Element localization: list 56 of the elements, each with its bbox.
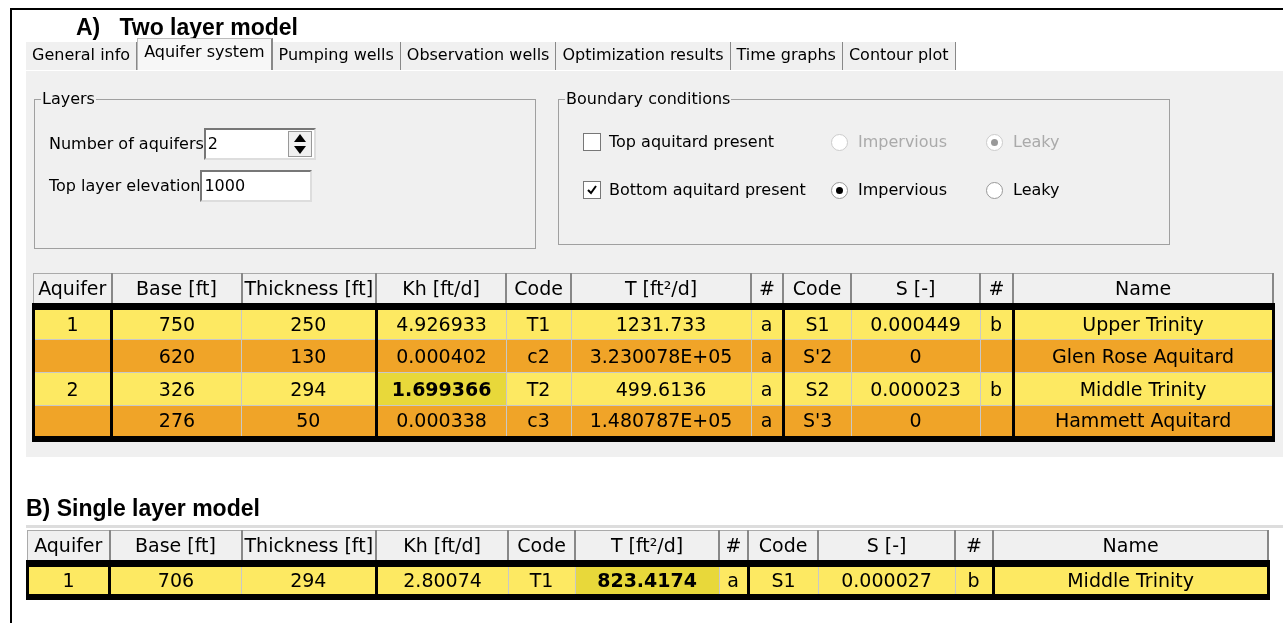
table-cell: 3.230078E+05 [571,339,752,373]
radio-dot-icon [991,138,998,146]
radio-label: Leaky [1013,131,1061,153]
group-title: Boundary conditions [565,89,732,109]
table-cell: c3 [506,405,572,439]
tab[interactable]: Pumping wells [272,42,401,70]
table-cell: 1.480787E+05 [571,405,752,439]
table-cell: S2 [783,372,852,406]
table-cell: 620 [111,339,242,373]
radio-label: Leaky [1013,179,1061,201]
tab[interactable]: Optimization results [556,42,731,70]
tab[interactable]: Observation wells [400,42,557,70]
radio-label: Impervious [858,131,949,153]
spinner-arrows-icon[interactable] [287,131,312,157]
section-heading: B) Single layer model [26,495,261,521]
table-cell: 1.699366 [376,372,507,406]
table-cell: 276 [111,405,242,439]
radio-button[interactable] [831,181,848,199]
radio-button[interactable] [986,181,1003,199]
table-cell: 50 [241,405,377,439]
table-cell: 0.000338 [376,405,507,439]
table-cell: S'2 [783,339,852,373]
table-cell: 0 [851,339,981,373]
field-label: Number of aquifers [49,133,204,155]
tab[interactable]: Time graphs [730,42,843,70]
radio-label: Impervious [858,179,949,201]
field-value: 2 [207,133,218,155]
tab[interactable]: General info [26,42,138,70]
table-cell: c2 [506,339,572,373]
checkbox[interactable] [583,181,601,199]
input-field[interactable]: 1000 [200,170,313,202]
checkbox-label: Top aquitard present [609,131,776,153]
table-cell: Middle Trinity [1013,372,1274,406]
section-heading: A) Two layer model [76,14,299,40]
tab[interactable]: Contour plot [842,42,956,70]
tab[interactable]: Aquifer system [137,38,273,70]
table-cell: 326 [111,372,242,406]
table-cell: 294 [241,372,377,406]
table-cell: 130 [241,339,377,373]
field-value: 1000 [204,175,246,197]
table-cell: 0.000402 [376,339,507,373]
check-icon [586,184,598,196]
checkbox-label: Bottom aquitard present [609,179,807,201]
table-cell: 0.000023 [851,372,981,406]
table-cell: Hammett Aquitard [1013,405,1274,439]
radio-dot-icon [836,186,843,194]
table-cell: 0 [851,405,981,439]
table-cell: S'3 [783,405,852,439]
table-cell: Glen Rose Aquitard [1013,339,1274,373]
checkbox[interactable] [583,133,601,151]
table-cell: 499.6136 [571,372,752,406]
table-cell: 2 [33,372,112,406]
group-title: Layers [41,89,96,109]
input-field[interactable]: 2 [203,128,316,160]
field-label: Top layer elevation [49,175,201,197]
table-cell: T2 [506,372,572,406]
